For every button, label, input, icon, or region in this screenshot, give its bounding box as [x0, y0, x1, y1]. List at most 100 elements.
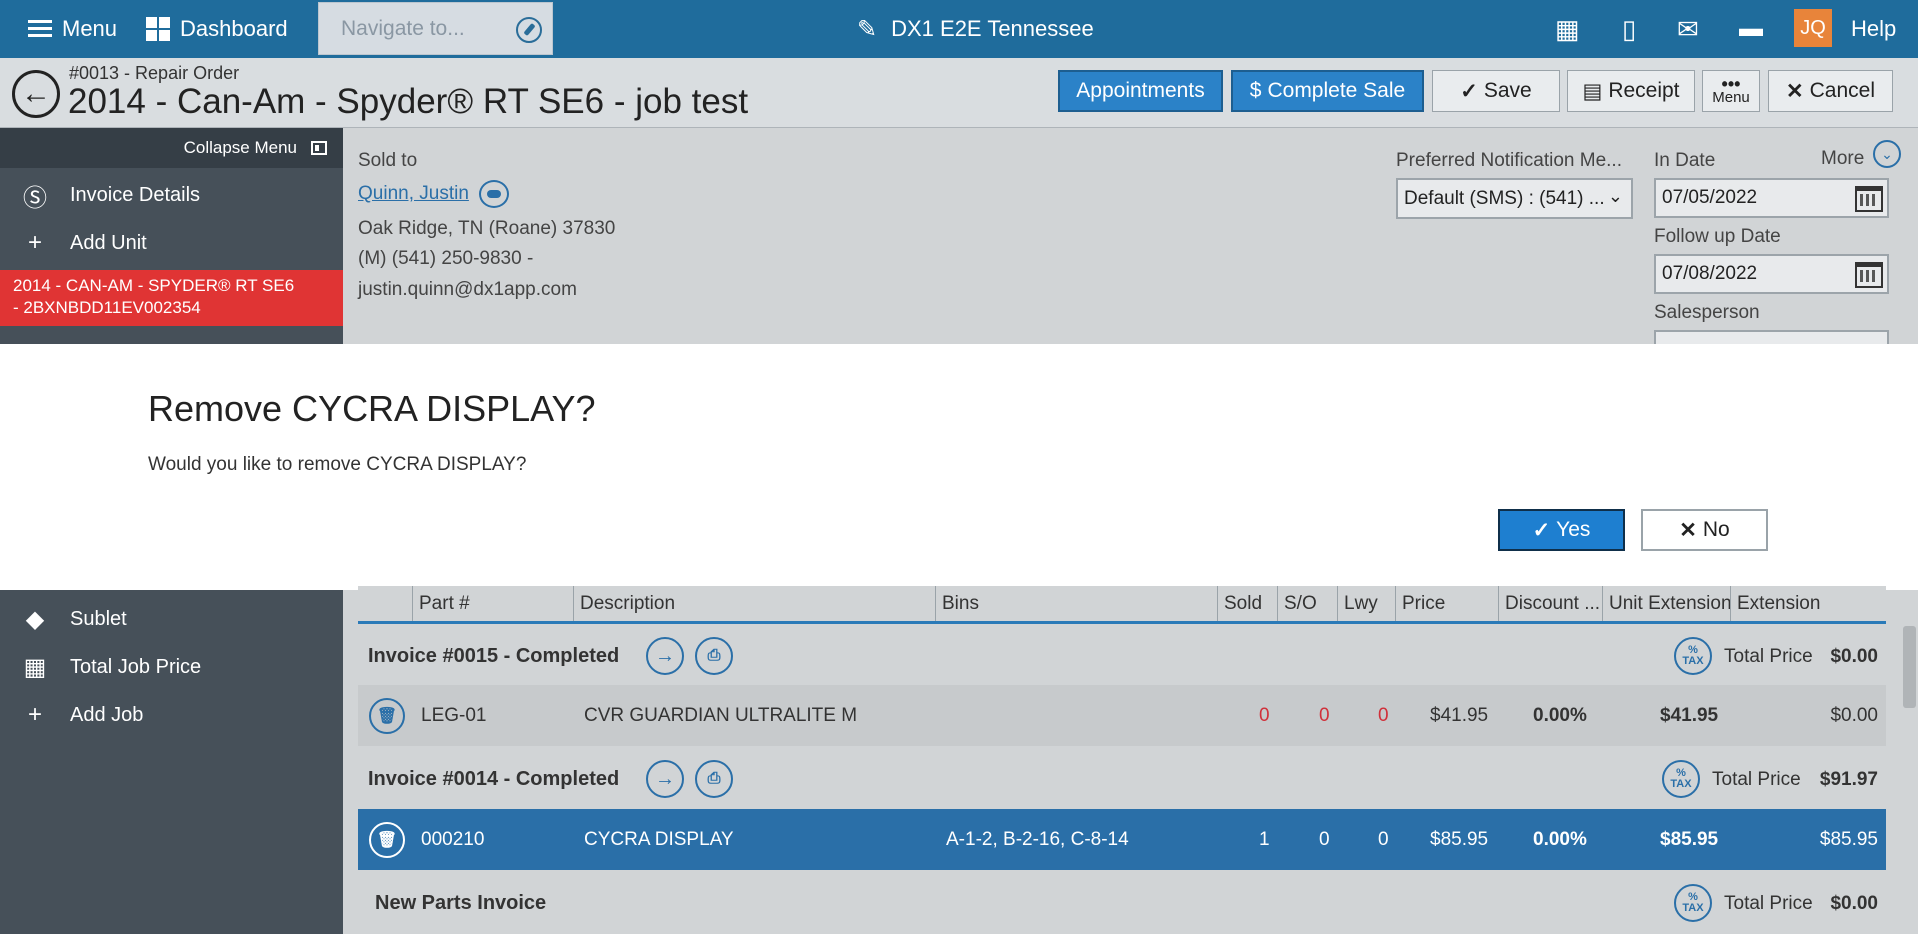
header-part[interactable]: Part # — [412, 586, 573, 621]
in-date-field[interactable]: 07/05/2022 — [1654, 178, 1889, 218]
unit-vin: - 2BXNBDD11EV002354 — [13, 298, 201, 317]
help-link[interactable]: Help — [1851, 0, 1896, 58]
calendar-icon[interactable] — [1855, 186, 1883, 212]
header-bins[interactable]: Bins — [935, 586, 1217, 621]
sidebar-item-add-job[interactable]: + Add Job — [0, 693, 343, 737]
sidebar-item-unit[interactable]: 2014 - CAN-AM - SPYDER® RT SE6 - 2BXNBDD… — [0, 270, 343, 326]
sidebar-item-label: Sublet — [70, 607, 127, 630]
scrollbar[interactable] — [1903, 626, 1916, 708]
trash-icon[interactable]: 🗑 — [369, 698, 405, 734]
customer-name-link[interactable]: Quinn, Justin — [358, 183, 469, 205]
header-spacer — [358, 586, 412, 621]
salesperson-field[interactable] — [1654, 330, 1889, 344]
more-menu-button[interactable]: ••• Menu — [1702, 70, 1760, 112]
back-arrow-icon[interactable]: ← — [12, 70, 60, 118]
total-price-label: Total Price — [1712, 768, 1801, 790]
arrow-right-icon[interactable]: → — [646, 760, 684, 798]
trash-icon[interactable]: 🗑 — [369, 822, 405, 858]
navigate-placeholder: Navigate to... — [341, 16, 465, 40]
cancel-label: Cancel — [1809, 79, 1875, 102]
sidebar-item-sublet[interactable]: ◆ Sublet — [0, 597, 343, 641]
check-icon: ✓ — [1532, 518, 1551, 542]
total-price-value: $0.00 — [1830, 645, 1878, 667]
tax-icon[interactable]: % TAX — [1662, 760, 1700, 798]
dashboard-button[interactable]: Dashboard — [146, 0, 288, 58]
save-button[interactable]: ✓ Save — [1432, 70, 1560, 112]
chevron-down-icon[interactable]: ⌄ — [1873, 140, 1901, 168]
repair-order-label: #0013 - Repair Order — [69, 63, 240, 83]
collapse-menu-label: Collapse Menu — [183, 138, 297, 157]
top-bar: Menu Dashboard Navigate to... ✎ DX1 E2E … — [0, 0, 1918, 58]
printer-icon[interactable]: ⎙ — [695, 637, 733, 675]
so-qty: 0 — [1319, 704, 1330, 726]
customer-email: justin.quinn@dx1app.com — [358, 279, 577, 300]
lwy-qty: 0 — [1378, 828, 1389, 850]
salesperson-label: Salesperson — [1654, 302, 1760, 323]
tax-icon[interactable]: % TAX — [1674, 637, 1712, 675]
unit-title: 2014 - CAN-AM - SPYDER® RT SE6 — [13, 276, 295, 295]
compass-icon[interactable] — [516, 17, 542, 43]
plus-icon: + — [27, 701, 42, 728]
receipt-button[interactable]: ▤ Receipt — [1567, 70, 1695, 112]
table-row[interactable]: 🗑 000210 CYCRA DISPLAY A-1-2, B-2-16, C-… — [358, 809, 1886, 870]
navigate-input[interactable]: Navigate to... — [318, 2, 553, 55]
sidebar-item-total-job-price[interactable]: ▦ Total Job Price — [0, 645, 343, 689]
follow-up-date-field[interactable]: 07/08/2022 — [1654, 254, 1889, 294]
header-price[interactable]: Price — [1395, 586, 1498, 621]
notification-value: Default (SMS) : (541) ... — [1404, 187, 1605, 209]
receipt-label: Receipt — [1608, 79, 1680, 102]
follow-up-value: 07/08/2022 — [1662, 263, 1758, 284]
total-price-label: Total Price — [1724, 892, 1813, 914]
kiosk-icon[interactable]: ▦ — [1555, 0, 1580, 58]
extension: $85.95 — [1819, 828, 1878, 850]
invoice-title: Invoice #0015 - Completed — [368, 645, 620, 667]
discount: 0.00% — [1533, 828, 1587, 850]
tax-icon[interactable]: % TAX — [1674, 884, 1712, 922]
sidebar-item-add-unit[interactable]: + Add Unit — [0, 221, 343, 265]
header-sold[interactable]: Sold — [1217, 586, 1277, 621]
header-discount[interactable]: Discount ... — [1498, 586, 1602, 621]
cancel-button[interactable]: ✕ Cancel — [1768, 70, 1893, 112]
menu-button[interactable]: Menu — [28, 0, 117, 58]
mobile-icon[interactable]: ▯ — [1622, 0, 1636, 58]
more-menu-label: Menu — [1712, 89, 1750, 106]
invoice-group-row: Invoice #0015 - Completed → ⎙ % TAX Total… — [358, 626, 1886, 687]
customer-panel: Sold to Quinn, Justin Oak Ridge, TN (Roa… — [343, 128, 1918, 344]
dialog-title: Remove CYCRA DISPLAY? — [148, 388, 596, 429]
header-description[interactable]: Description — [573, 586, 935, 621]
chevron-down-icon: ⌄ — [1607, 186, 1623, 206]
sidebar-item-label: Add Job — [70, 703, 144, 726]
store-name[interactable]: ✎ DX1 E2E Tennessee — [857, 0, 1094, 58]
in-date-value: 07/05/2022 — [1662, 187, 1758, 208]
message-icon[interactable] — [479, 180, 509, 208]
no-label: No — [1702, 518, 1730, 541]
calendar-icon[interactable] — [1855, 262, 1883, 288]
more-label: More — [1821, 148, 1865, 169]
in-date-label: In Date — [1654, 150, 1716, 171]
table-row[interactable]: 🗑 LEG-01 CVR GUARDIAN ULTRALITE M 0 0 0 … — [358, 685, 1886, 746]
bins: A-1-2, B-2-16, C-8-14 — [946, 828, 1129, 850]
dollar-circle-icon: $ — [1249, 79, 1262, 102]
collapse-menu-button[interactable]: Collapse Menu — [0, 128, 343, 168]
mail-icon[interactable]: ✉ — [1677, 0, 1699, 58]
sidebar-item-label: Add Unit — [70, 231, 147, 254]
header-so[interactable]: S/O — [1277, 586, 1337, 621]
header-extension[interactable]: Extension — [1730, 586, 1886, 621]
part-description: CYCRA DISPLAY — [584, 828, 734, 850]
yes-button[interactable]: ✓ Yes — [1498, 509, 1625, 551]
avatar[interactable]: JQ — [1794, 9, 1832, 47]
header-unit-extension[interactable]: Unit Extension — [1602, 586, 1730, 621]
appointments-button[interactable]: Appointments — [1058, 70, 1223, 112]
chat-icon[interactable]: ▬ — [1739, 0, 1763, 58]
complete-sale-button[interactable]: $ Complete Sale — [1231, 70, 1424, 112]
arrow-right-icon[interactable]: → — [646, 637, 684, 675]
complete-sale-label: Complete Sale — [1267, 79, 1406, 102]
extension: $0.00 — [1830, 704, 1878, 726]
invoice-title: New Parts Invoice — [375, 892, 547, 914]
header-lwy[interactable]: Lwy — [1337, 586, 1395, 621]
printer-icon[interactable]: ⎙ — [695, 760, 733, 798]
notification-select[interactable]: Default (SMS) : (541) ... ⌄ — [1396, 178, 1633, 219]
dollar-circle-icon: Ⓢ — [23, 184, 47, 212]
no-button[interactable]: ✕ No — [1641, 509, 1768, 551]
sidebar-item-invoice-details[interactable]: Ⓢ Invoice Details — [0, 173, 343, 217]
